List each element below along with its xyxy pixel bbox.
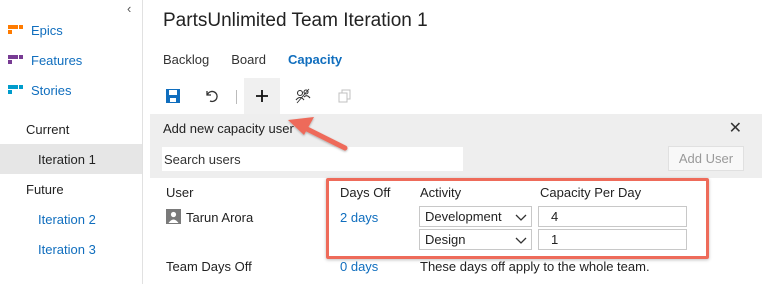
highlight-box bbox=[326, 178, 709, 259]
team-days-off-label: Team Days Off bbox=[166, 259, 252, 274]
current-section-label: Current bbox=[26, 122, 70, 137]
sidebar-item-features[interactable]: Features bbox=[8, 50, 82, 70]
add-user-submit-button[interactable]: Add User bbox=[668, 146, 744, 171]
sidebar-item-label: Epics bbox=[31, 22, 63, 38]
column-header-user: User bbox=[166, 185, 194, 200]
tab-board[interactable]: Board bbox=[231, 52, 266, 67]
sidebar: ‹ Epics Features Stories Current Iterati… bbox=[0, 0, 143, 284]
toolbar bbox=[150, 78, 762, 114]
sidebar-item-label: Features bbox=[31, 52, 83, 68]
save-button[interactable] bbox=[158, 82, 188, 110]
save-icon bbox=[166, 89, 180, 103]
add-capacity-user-panel: Add new capacity user ✕ Add User bbox=[150, 114, 762, 178]
tab-capacity[interactable]: Capacity bbox=[288, 52, 342, 67]
copy-icon bbox=[338, 89, 351, 103]
toolbar-separator bbox=[236, 90, 237, 104]
close-icon[interactable]: ✕ bbox=[729, 118, 742, 138]
add-icon bbox=[256, 90, 268, 102]
avatar bbox=[166, 209, 181, 224]
search-users-input[interactable] bbox=[162, 147, 463, 171]
team-days-off-link[interactable]: 0 days bbox=[340, 259, 378, 274]
epic-icon bbox=[8, 24, 23, 36]
story-icon bbox=[8, 84, 23, 96]
add-user-button[interactable] bbox=[244, 78, 280, 114]
copy-team-button[interactable] bbox=[288, 82, 318, 110]
feature-icon bbox=[8, 54, 23, 66]
tab-backlog[interactable]: Backlog bbox=[163, 52, 209, 67]
user-name: Tarun Arora bbox=[186, 210, 254, 225]
panel-header: Add new capacity user bbox=[163, 121, 294, 136]
copy-team-icon bbox=[295, 88, 311, 104]
sidebar-item-iteration-2[interactable]: Iteration 2 bbox=[38, 212, 96, 227]
team-days-off-note: These days off apply to the whole team. bbox=[420, 259, 650, 274]
sidebar-item-stories[interactable]: Stories bbox=[8, 80, 71, 100]
sidebar-item-label: Stories bbox=[31, 82, 72, 98]
person-icon bbox=[168, 211, 179, 223]
copy-button[interactable] bbox=[330, 82, 360, 110]
future-section-label: Future bbox=[26, 182, 64, 197]
sidebar-item-epics[interactable]: Epics bbox=[8, 20, 63, 40]
undo-icon bbox=[206, 90, 218, 103]
collapse-sidebar-icon[interactable]: ‹ bbox=[127, 1, 131, 16]
undo-button[interactable] bbox=[196, 82, 226, 110]
page-title: PartsUnlimited Team Iteration 1 bbox=[163, 10, 428, 31]
sidebar-item-iteration-1[interactable]: Iteration 1 bbox=[0, 144, 142, 174]
view-tabs: Backlog Board Capacity bbox=[163, 52, 364, 67]
sidebar-item-iteration-3[interactable]: Iteration 3 bbox=[38, 242, 96, 257]
